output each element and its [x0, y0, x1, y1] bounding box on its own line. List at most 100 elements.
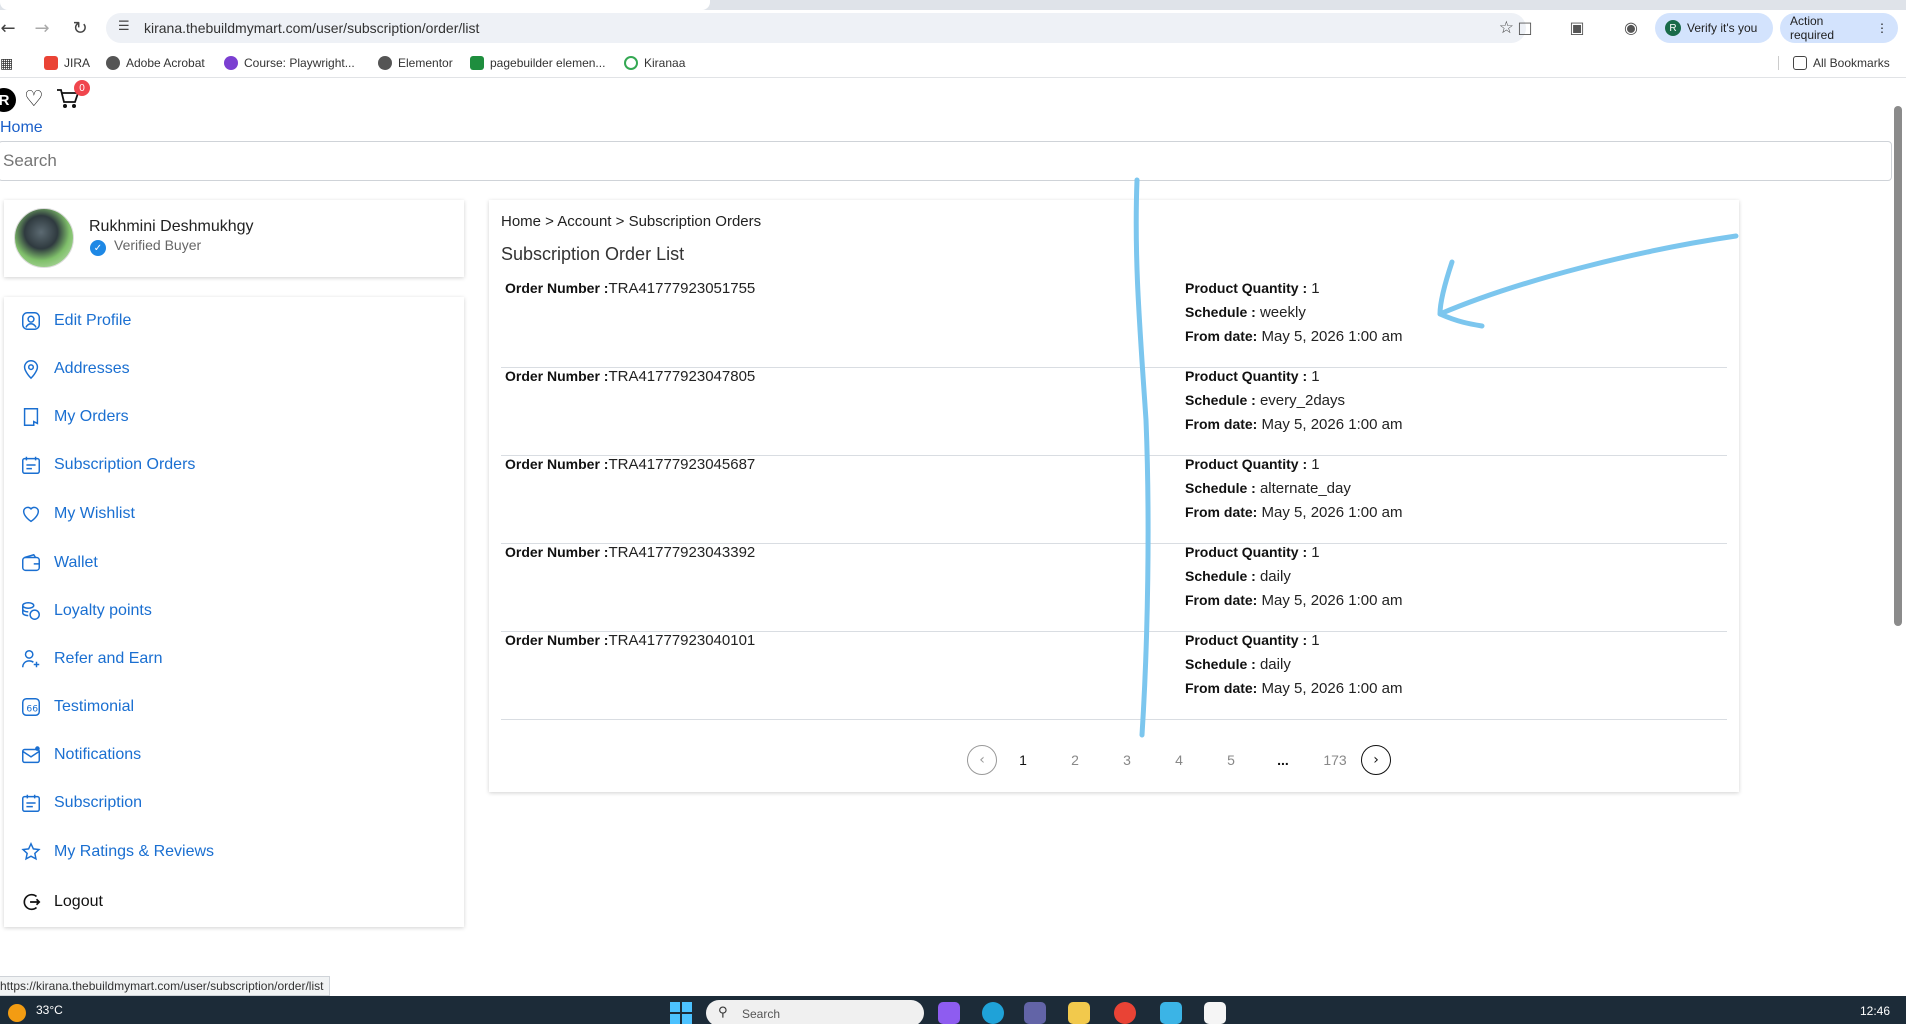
coins-icon [18, 598, 44, 624]
apps-icon[interactable]: ▦ [0, 56, 13, 72]
quote-icon: 66 [18, 694, 44, 720]
order-number-label: Order Number : [505, 456, 609, 472]
sidebar-item-logout[interactable]: Logout [18, 888, 103, 916]
order-number-value: TRA41777923051755 [608, 280, 756, 297]
sidebar-item-my-orders[interactable]: My Orders [18, 403, 129, 431]
breadcrumb[interactable]: Home > Account > Subscription Orders [501, 213, 761, 230]
sidebar-item-my-ratings-reviews[interactable]: My Ratings & Reviews [18, 838, 214, 866]
menu-dots-icon[interactable]: ⋮ [1876, 21, 1888, 35]
from-date-label: From date: [1185, 680, 1258, 696]
page-ellipsis[interactable]: ... [1257, 752, 1309, 768]
verified-badge: Verified Buyer [114, 237, 202, 253]
sidebar-item-my-wishlist[interactable]: My Wishlist [18, 500, 135, 528]
list-item[interactable]: Order Number :TRA41777923051755 Product … [501, 280, 1727, 368]
page-1[interactable]: 1 [997, 752, 1049, 768]
edge-app-icon[interactable] [982, 1002, 1004, 1024]
document-app-icon[interactable] [1204, 1002, 1226, 1024]
all-bookmarks[interactable]: All Bookmarks [1778, 56, 1890, 70]
temperature: 33°C [36, 1003, 63, 1017]
user-icon [18, 308, 44, 334]
sidebar-item-label: My Ratings & Reviews [54, 843, 215, 860]
page-last[interactable]: 173 [1309, 752, 1361, 768]
screenshot-icon[interactable]: ◉ [1620, 18, 1642, 40]
sidebar-item-loyalty-points[interactable]: Loyalty points [18, 597, 152, 625]
site-logo[interactable]: R [0, 88, 16, 112]
bookmark-star-icon[interactable]: ☆ [1499, 18, 1514, 38]
sidebar-item-label: My Wishlist [54, 505, 135, 522]
site-info-icon[interactable]: ☰ [118, 19, 136, 37]
list-item[interactable]: Order Number :TRA41777923047805 Product … [501, 368, 1727, 456]
folder-icon [1793, 56, 1807, 70]
logout-icon [18, 889, 44, 915]
copilot-app-icon[interactable] [938, 1002, 960, 1024]
extensions-icon[interactable]: □ [1514, 18, 1536, 40]
active-tab[interactable] [0, 0, 710, 10]
sidebar-item-refer-and-earn[interactable]: Refer and Earn [18, 645, 163, 673]
sidebar-item-edit-profile[interactable]: Edit Profile [18, 307, 131, 335]
weather-icon[interactable] [8, 1004, 26, 1022]
list-item[interactable]: Order Number :TRA41777923043392 Product … [501, 544, 1727, 632]
bookmark-elementor[interactable]: Elementor [378, 56, 453, 70]
bookmark-label: Adobe Acrobat [126, 56, 205, 70]
star-icon [18, 839, 44, 865]
scrollbar-thumb[interactable] [1894, 106, 1902, 626]
search-input[interactable] [0, 141, 1892, 181]
quantity-label: Product Quantity : [1185, 456, 1308, 472]
prev-page-icon[interactable]: ‹ [967, 745, 997, 775]
bookmark-kiranaa[interactable]: Kiranaa [624, 56, 685, 70]
refer-icon [18, 646, 44, 672]
bookmark-course[interactable]: Course: Playwright... [224, 56, 355, 70]
chrome-app-icon[interactable] [1114, 1002, 1136, 1024]
order-details: Product Quantity : 1 Schedule : daily Fr… [1185, 632, 1402, 704]
page-scrollbar[interactable] [1892, 96, 1904, 996]
sidebar-item-wallet[interactable]: Wallet [18, 549, 98, 577]
forward-icon[interactable]: → [30, 16, 54, 40]
url-text[interactable]: kirana.thebuildmymart.com/user/subscript… [144, 20, 479, 36]
schedule-value: weekly [1259, 304, 1306, 321]
profile-card: Rukhmini Deshmukhgy ✓ Verified Buyer [4, 200, 464, 277]
bookmark-jira[interactable]: JIRA [44, 56, 90, 70]
sidebar-item-subscription[interactable]: Subscription [18, 789, 142, 817]
notepad-app-icon[interactable] [1160, 1002, 1182, 1024]
bookmark-adobe[interactable]: Adobe Acrobat [106, 56, 205, 70]
page-5[interactable]: 5 [1205, 752, 1257, 768]
list-item[interactable]: Order Number :TRA41777923040101 Product … [501, 632, 1727, 720]
taskbar-search[interactable]: ⚲ Search [706, 1000, 924, 1024]
sidebar-item-addresses[interactable]: Addresses [18, 355, 130, 383]
bookmark-label: Course: Playwright... [244, 56, 355, 70]
list-item[interactable]: Order Number :TRA41777923045687 Product … [501, 456, 1727, 544]
page-3[interactable]: 3 [1101, 752, 1153, 768]
quantity-value: 1 [1311, 632, 1320, 649]
order-number-value: TRA41777923043392 [608, 544, 756, 561]
sidebar-item-notifications[interactable]: Notifications [18, 741, 141, 769]
profile-name: Rukhmini Deshmukhgy [89, 218, 254, 235]
back-icon[interactable]: ← [0, 16, 20, 40]
file-explorer-icon[interactable] [1068, 1002, 1090, 1024]
sidebar-item-subscription-orders[interactable]: Subscription Orders [18, 451, 195, 479]
heart-icon [18, 501, 44, 527]
page-2[interactable]: 2 [1049, 752, 1101, 768]
wishlist-heart-icon[interactable]: ♡ [24, 88, 48, 112]
home-link[interactable]: Home [0, 119, 43, 137]
bookmark-label: Elementor [398, 56, 453, 70]
browser-toolbar: ← → ↻ ☰ kirana.thebuildmymart.com/user/s… [0, 10, 1906, 46]
reload-icon[interactable]: ↻ [68, 16, 92, 40]
schedule-value: alternate_day [1259, 480, 1351, 497]
next-page-icon[interactable]: › [1361, 745, 1391, 775]
verify-pill[interactable]: R Verify it's you [1655, 13, 1773, 43]
cast-icon[interactable]: ▣ [1566, 18, 1588, 40]
teams-app-icon[interactable] [1024, 1002, 1046, 1024]
sidebar-item-label: Notifications [54, 746, 142, 763]
subscription-order-panel: Home > Account > Subscription Orders Sub… [489, 200, 1739, 792]
location-pin-icon [18, 356, 44, 382]
action-required-pill[interactable]: Action required ⋮ [1780, 13, 1898, 43]
bookmark-label: pagebuilder elemen... [490, 56, 606, 70]
sidebar-item-testimonial[interactable]: 66 Testimonial [18, 693, 134, 721]
windows-start-icon[interactable] [670, 1002, 692, 1024]
bookmark-pagebuilder[interactable]: pagebuilder elemen... [470, 56, 605, 70]
address-bar[interactable]: ☰ kirana.thebuildmymart.com/user/subscri… [106, 13, 1526, 43]
tab-strip [0, 0, 1906, 10]
from-date-value: May 5, 2026 1:00 am [1261, 680, 1403, 697]
page-4[interactable]: 4 [1153, 752, 1205, 768]
sidebar-item-label: Edit Profile [54, 312, 132, 329]
